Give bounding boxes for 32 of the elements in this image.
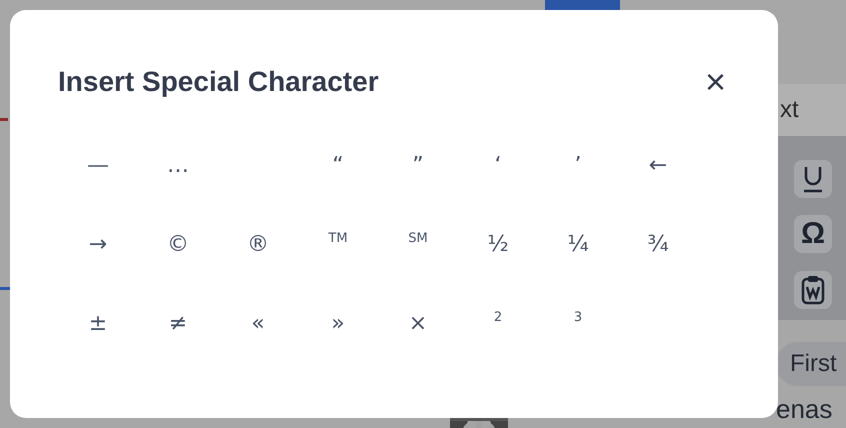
first-button[interactable]: First — [776, 342, 846, 386]
character-button[interactable]: × — [402, 307, 434, 340]
background-text: enas — [776, 394, 834, 425]
paste-button[interactable] — [794, 270, 832, 309]
character-button[interactable]: © — [161, 228, 195, 261]
character-button[interactable]: “ — [326, 149, 350, 182]
character-button[interactable]: SM — [402, 227, 434, 250]
special-character-button[interactable]: Ω — [794, 215, 832, 254]
close-button[interactable]: × — [698, 64, 732, 100]
clipboard-icon — [801, 274, 825, 305]
character-button[interactable]: 3 — [568, 306, 588, 329]
underline-button[interactable] — [794, 160, 832, 198]
character-button[interactable]: 2 — [488, 306, 508, 329]
underline-icon — [802, 165, 824, 193]
character-button[interactable]: … — [161, 149, 195, 182]
character-button[interactable]: « — [245, 307, 271, 340]
character-button[interactable]: → — [82, 228, 114, 261]
character-button[interactable]: ” — [406, 149, 430, 182]
character-button[interactable]: ’ — [568, 149, 588, 182]
character-button[interactable]: ½ — [481, 228, 515, 261]
character-button[interactable]: ® — [241, 228, 275, 261]
dialog-title: Insert Special Character — [58, 66, 379, 98]
character-button[interactable]: ← — [642, 149, 674, 182]
character-button[interactable]: — — [81, 149, 115, 182]
character-button[interactable]: ‘ — [488, 149, 508, 182]
character-button[interactable]: TM — [322, 227, 354, 250]
character-button[interactable]: ¾ — [641, 228, 675, 261]
panel-title: xt — [780, 96, 799, 124]
character-button[interactable]: ¼ — [561, 228, 595, 261]
character-button[interactable]: » — [325, 307, 351, 340]
character-button[interactable]: ± — [82, 307, 114, 340]
character-button[interactable]: ≠ — [162, 307, 194, 340]
